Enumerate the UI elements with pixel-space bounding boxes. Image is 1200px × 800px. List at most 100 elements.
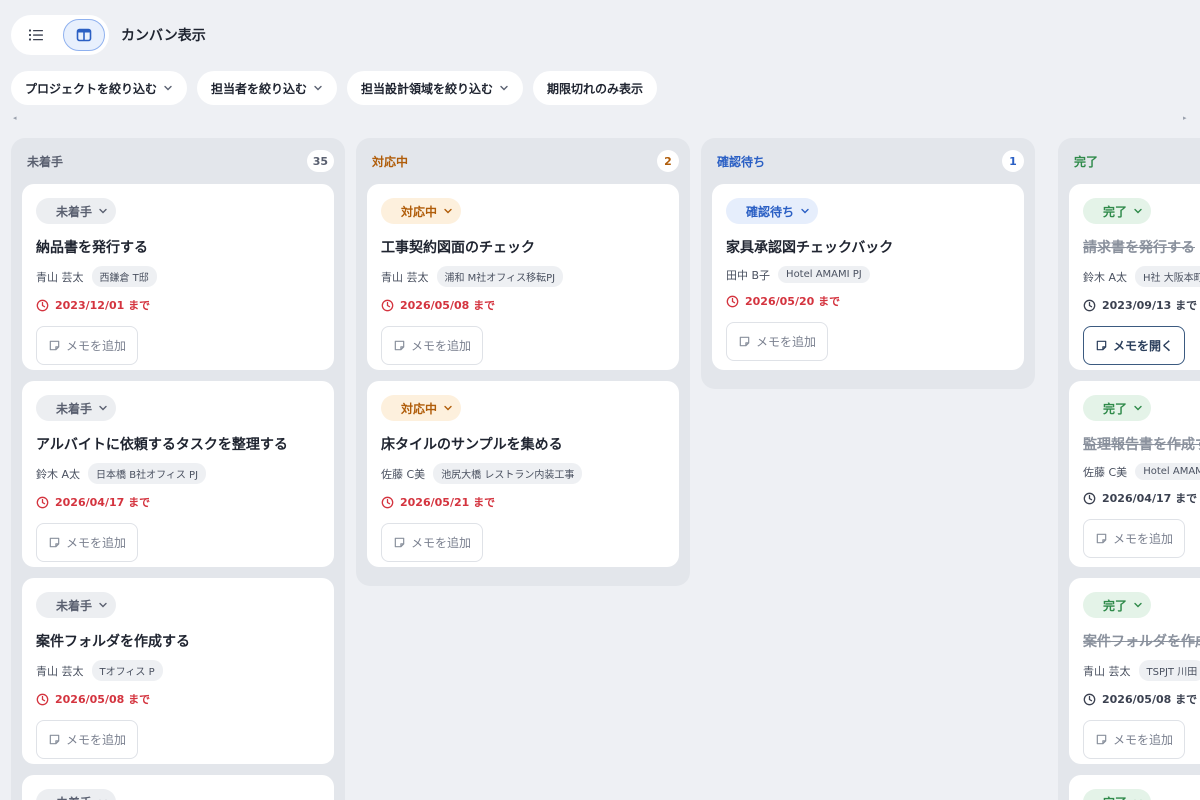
- task-card[interactable]: 未着手: [22, 775, 334, 800]
- due-date: 2026/04/17 まで: [36, 494, 320, 510]
- add-memo-button[interactable]: メモを追加: [36, 523, 139, 562]
- column-review: 確認待ち 1 確認待ち 家具承認図チェックバック 田中 B子 Hotel AMAMI PJ…: [701, 138, 1035, 389]
- due-date: 2023/12/01 まで: [36, 297, 320, 313]
- project-tag: 池尻大橋 レストラン内装工事: [433, 463, 583, 484]
- chevron-down-icon: [164, 85, 172, 91]
- task-card[interactable]: 完了: [1069, 775, 1200, 800]
- status-dropdown[interactable]: 完了: [1083, 592, 1152, 618]
- assignee-name: 青山 芸太: [1083, 664, 1131, 678]
- filter-button-4[interactable]: 期限切れのみ表示: [533, 71, 658, 105]
- due-date: 2026/05/08 まで: [381, 297, 665, 313]
- open-memo-button[interactable]: メモを開く: [1083, 326, 1186, 365]
- due-date: 2026/05/08 まで: [36, 691, 320, 707]
- clock-icon: [381, 299, 394, 311]
- task-title: 工事契約図面のチェック: [381, 240, 535, 256]
- status-dropdown[interactable]: 確認待ち: [726, 198, 819, 224]
- note-icon: [49, 734, 60, 745]
- add-memo-button[interactable]: メモを追加: [381, 523, 484, 562]
- assignee-name: 佐藤 C美: [381, 467, 426, 481]
- filter-button-1[interactable]: プロジェクトを絞り込む: [11, 71, 188, 105]
- add-memo-button[interactable]: メモを追加: [36, 326, 139, 365]
- memo-label: メモを追加: [66, 536, 127, 550]
- project-tag: 日本橋 B社オフィス PJ: [88, 463, 207, 484]
- project-tag: H社 大阪本町: [1135, 266, 1200, 287]
- add-memo-button[interactable]: メモを追加: [1083, 720, 1186, 759]
- due-date-text: 2026/05/20 まで: [745, 295, 841, 308]
- status-dropdown[interactable]: 完了: [1083, 395, 1152, 421]
- due-date: 2026/05/08 まで: [1083, 691, 1200, 707]
- due-date-text: 2026/04/17 まで: [55, 496, 151, 509]
- filter-button-3[interactable]: 担当設計領域を絞り込む: [347, 71, 524, 105]
- status-dropdown[interactable]: 未着手: [36, 592, 117, 618]
- task-card[interactable]: 対応中 工事契約図面のチェック 青山 芸太 浦和 M社オフィス移転PJ 2026/05/…: [367, 184, 679, 370]
- chevron-down-icon: [99, 208, 107, 214]
- column-doing: 対応中 2 対応中 工事契約図面のチェック 青山 芸太 浦和 M社オフィス移転PJ 2026…: [356, 138, 690, 586]
- task-card[interactable]: 完了 請求書を発行する 鈴木 A太 H社 大阪本町 2023/09/13 まで メモを開く: [1069, 184, 1200, 370]
- memo-label: メモを追加: [66, 339, 127, 353]
- chevron-down-icon: [444, 208, 452, 214]
- status-dropdown[interactable]: 対応中: [381, 395, 462, 421]
- project-tag: 西鎌倉 T邸: [91, 266, 157, 287]
- status-label: 未着手: [56, 204, 93, 219]
- project-tag: 浦和 M社オフィス移転PJ: [436, 266, 564, 287]
- memo-label: メモを追加: [411, 536, 472, 550]
- filter-bar: プロジェクトを絞り込む 担当者を絞り込む 担当設計領域を絞り込む 期限切れのみ表示: [11, 71, 658, 105]
- assignee-name: 田中 B子: [726, 268, 771, 282]
- due-date-text: 2026/05/08 まで: [400, 299, 496, 312]
- add-memo-button[interactable]: メモを追加: [1083, 519, 1186, 558]
- column-title: 未着手: [27, 154, 64, 169]
- add-memo-button[interactable]: メモを追加: [726, 322, 829, 361]
- task-title: 監理報告書を作成する: [1083, 437, 1200, 453]
- clock-icon: [726, 295, 739, 307]
- status-dropdown[interactable]: 完了: [1083, 198, 1152, 224]
- due-date-text: 2026/04/17 まで: [1102, 492, 1198, 505]
- task-meta: 佐藤 C美 池尻大橋 レストラン内装工事: [381, 463, 665, 484]
- scroll-left-arrow[interactable]: ◂: [13, 114, 17, 122]
- task-title: 案件フォルダを作成する: [36, 634, 190, 650]
- chevron-down-icon: [99, 602, 107, 608]
- task-meta: 青山 芸太 TSPJT 川田: [1083, 660, 1200, 681]
- task-title: 床タイルのサンプルを集める: [381, 437, 563, 453]
- status-dropdown[interactable]: 未着手: [36, 198, 117, 224]
- add-memo-button[interactable]: メモを追加: [381, 326, 484, 365]
- filter-button-2[interactable]: 担当者を絞り込む: [197, 71, 338, 105]
- status-label: 完了: [1103, 598, 1128, 613]
- scroll-right-arrow[interactable]: ▸: [1183, 114, 1187, 122]
- chevron-down-icon: [1134, 208, 1142, 214]
- task-title: 家具承認図チェックバック: [726, 240, 894, 256]
- status-label: 確認待ち: [746, 204, 795, 219]
- project-tag: Hotel AMAMI PJ: [778, 266, 870, 283]
- note-icon: [49, 537, 60, 548]
- task-card[interactable]: 未着手 納品書を発行する 青山 芸太 西鎌倉 T邸 2023/12/01 まで メモを追加: [22, 184, 334, 370]
- kanban-view-button[interactable]: [62, 19, 105, 51]
- memo-label: メモを追加: [66, 733, 127, 747]
- project-tag: Tオフィス P: [91, 660, 163, 681]
- status-dropdown[interactable]: 未着手: [36, 789, 117, 800]
- due-date-text: 2026/05/08 まで: [55, 693, 151, 706]
- status-label: 未着手: [56, 794, 92, 800]
- status-dropdown[interactable]: 対応中: [381, 198, 462, 224]
- task-card[interactable]: 確認待ち家具承認図チェックバック 田中 B子 Hotel AMAMI PJ 2026/…: [712, 184, 1024, 370]
- task-card[interactable]: 未着手 案件フォルダを作成する 青山 芸太 Tオフィス P 2026/05/08 までメ…: [22, 578, 334, 764]
- assignee-name: 青山 芸太: [36, 270, 84, 284]
- chevron-down-icon: [99, 405, 107, 411]
- due-date-text: 2026/05/21 まで: [400, 496, 496, 509]
- column-title: 対応中: [372, 154, 409, 169]
- task-card[interactable]: 対応中 床タイルのサンプルを集める 佐藤 C美 池尻大橋 レストラン内装工事 2026/…: [367, 381, 679, 567]
- task-meta: 鈴木 A太 日本橋 B社オフィス PJ: [36, 463, 320, 484]
- list-view-button[interactable]: [15, 19, 57, 51]
- add-memo-button[interactable]: メモを追加: [36, 720, 139, 759]
- task-card[interactable]: 完了監理報告書を作成する佐藤 C美 Hotel AMAMI 2026/04/17 ま…: [1069, 381, 1200, 567]
- status-label: 完了: [1103, 794, 1127, 800]
- column-header: 未着手 35: [11, 138, 345, 184]
- task-card[interactable]: 完了案件フォルダを作成する青山 芸太 TSPJT 川田 2026/05/08 までメ…: [1069, 578, 1200, 764]
- column-title: 確認待ち: [717, 154, 766, 169]
- column-count-badge: 35: [306, 150, 334, 172]
- status-dropdown[interactable]: 完了: [1083, 789, 1152, 800]
- status-dropdown[interactable]: 未着手: [36, 395, 117, 421]
- note-icon: [394, 340, 405, 351]
- column-header: 完了: [1058, 138, 1200, 184]
- task-card[interactable]: 未着手 アルバイトに依頼するタスクを整理する 鈴木 A太 日本橋 B社オフィス PJ 2…: [22, 381, 334, 567]
- status-label: 完了: [1103, 204, 1128, 219]
- status-label: 完了: [1103, 401, 1128, 416]
